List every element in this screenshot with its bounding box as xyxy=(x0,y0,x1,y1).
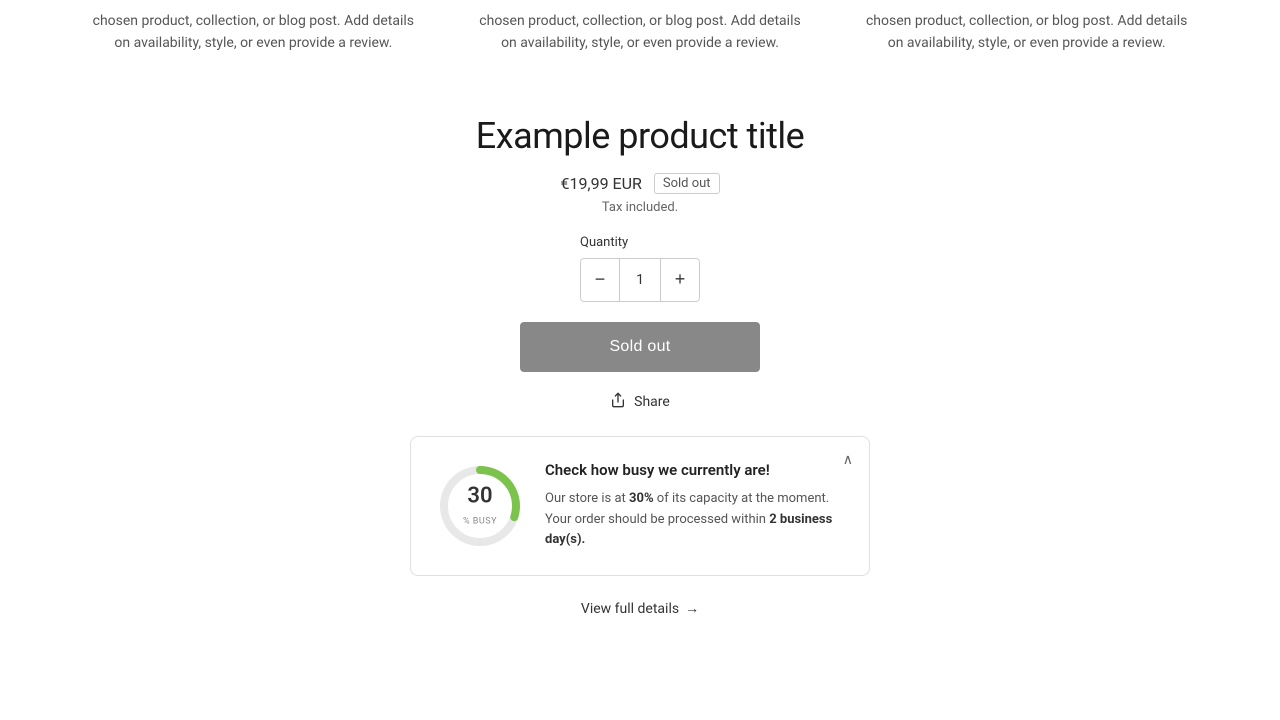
donut-label: % BUSY xyxy=(463,517,497,527)
tax-info: Tax included. xyxy=(602,200,678,215)
view-full-details-link[interactable]: View full details → xyxy=(581,600,699,617)
review-card-2-text: chosen product, collection, or blog post… xyxy=(479,13,800,51)
sold-out-button[interactable]: Sold out xyxy=(520,322,760,372)
review-card-2: chosen product, collection, or blog post… xyxy=(447,10,834,95)
page-wrapper: chosen product, collection, or blog post… xyxy=(0,0,1280,720)
share-row[interactable]: Share xyxy=(610,392,670,412)
review-card-1-text: chosen product, collection, or blog post… xyxy=(93,13,414,51)
share-icon xyxy=(610,392,626,412)
quantity-value: 1 xyxy=(619,259,661,301)
quantity-wrapper: − 1 + xyxy=(580,258,700,302)
review-card-3-text: chosen product, collection, or blog post… xyxy=(866,13,1187,51)
busy-percent: 30% xyxy=(629,491,654,506)
product-title: Example product title xyxy=(476,115,804,157)
donut-center: 30 % BUSY xyxy=(463,484,497,527)
review-card-3: chosen product, collection, or blog post… xyxy=(833,10,1220,95)
busy-widget: ∧ 30 % BUSY Check how busy we currently … xyxy=(410,436,870,576)
sold-out-badge: Sold out xyxy=(654,173,720,194)
minus-icon: − xyxy=(595,269,606,290)
quantity-increase-button[interactable]: + xyxy=(661,259,699,301)
busy-desc-prefix: Our store is at xyxy=(545,491,629,506)
review-cards-section: chosen product, collection, or blog post… xyxy=(0,0,1280,95)
donut-number: 30 xyxy=(463,484,497,508)
arrow-icon: → xyxy=(685,600,699,617)
busy-description: Our store is at 30% of its capacity at t… xyxy=(545,489,845,551)
product-price: €19,99 EUR xyxy=(560,174,641,193)
plus-icon: + xyxy=(675,269,686,290)
donut-chart: 30 % BUSY xyxy=(435,461,525,551)
review-card-1: chosen product, collection, or blog post… xyxy=(60,10,447,95)
quantity-section: Quantity − 1 + xyxy=(580,235,700,310)
quantity-decrease-button[interactable]: − xyxy=(581,259,619,301)
busy-text-section: Check how busy we currently are! Our sto… xyxy=(545,461,845,551)
view-full-details-label: View full details xyxy=(581,601,679,617)
price-row: €19,99 EUR Sold out xyxy=(560,173,719,194)
quantity-label: Quantity xyxy=(580,235,700,250)
quantity-container: − 1 + xyxy=(580,258,700,302)
chevron-up-icon: ∧ xyxy=(843,451,853,467)
busy-title: Check how busy we currently are! xyxy=(545,461,845,479)
product-section: Example product title €19,99 EUR Sold ou… xyxy=(0,95,1280,657)
share-label: Share xyxy=(634,394,670,410)
collapse-button[interactable]: ∧ xyxy=(843,451,853,468)
